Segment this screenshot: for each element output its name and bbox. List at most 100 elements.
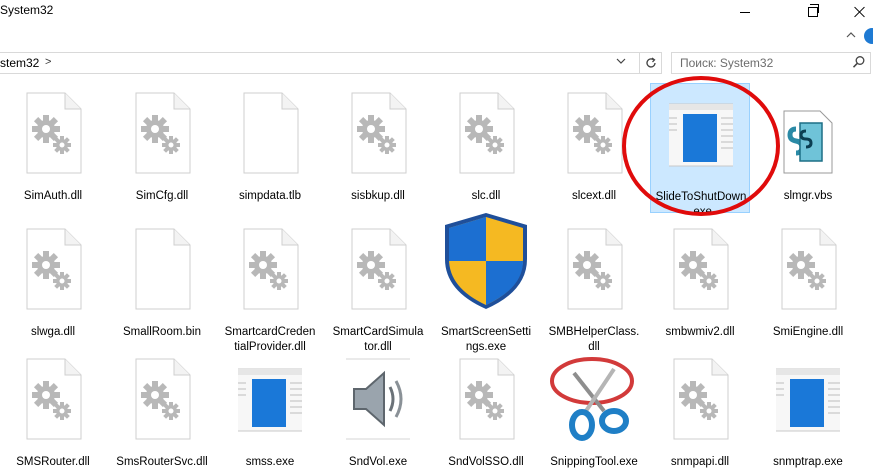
gear-dll-icon — [454, 357, 518, 441]
search-input[interactable]: Поиск: System32 — [680, 56, 773, 70]
file-name-line1: slcext.dll — [571, 190, 617, 202]
file-name: slwga.dll — [3, 325, 103, 340]
file-name: SMSRouter.dll — [3, 455, 103, 470]
file-name-line1: slwga.dll — [30, 326, 76, 338]
gear-dll-icon — [346, 91, 410, 175]
file-name-line1: smbwmiv2.dll — [665, 326, 735, 338]
gear-dll-icon — [346, 227, 410, 311]
gear-dll-icon — [776, 227, 840, 311]
title-bar: System32 — [0, 0, 873, 24]
file-name: slmgr.vbs — [758, 189, 858, 204]
breadcrumb-separator[interactable]: > — [45, 56, 51, 68]
file-name: SimAuth.dll — [3, 189, 103, 204]
file-item[interactable]: snmptrap.exe — [758, 349, 858, 476]
file-name: smbwmiv2.dll — [650, 325, 750, 340]
file-name: SmsRouterSvc.dll — [112, 455, 212, 470]
address-bar[interactable]: stem32 > — [0, 52, 640, 74]
gear-dll-icon — [130, 357, 194, 441]
search-icon[interactable] — [852, 55, 866, 69]
file-item[interactable]: SmallRoom.bin — [112, 219, 212, 349]
minimize-button[interactable] — [722, 0, 768, 24]
file-item[interactable]: SmartcardCreden tialProvider.dll — [220, 219, 320, 353]
gear-dll-icon — [21, 357, 85, 441]
file-item[interactable]: SMBHelperClass. dll — [544, 219, 644, 353]
file-name: SmiEngine.dll — [758, 325, 858, 340]
close-button[interactable] — [846, 0, 873, 24]
gear-dll-icon — [562, 227, 626, 311]
file-name-line1: simpdata.tlb — [238, 190, 301, 202]
file-name-line1: SMSRouter.dll — [16, 456, 90, 468]
refresh-icon — [645, 57, 656, 68]
gear-dll-icon — [562, 91, 626, 175]
file-name: SimCfg.dll — [112, 189, 212, 204]
file-item[interactable]: SndVolSSO.dll — [436, 349, 536, 476]
file-item[interactable]: SimAuth.dll — [3, 83, 103, 213]
file-item[interactable]: slwga.dll — [3, 219, 103, 349]
file-item[interactable]: SndVol.exe — [328, 349, 428, 476]
file-item[interactable]: SimCfg.dll — [112, 83, 212, 213]
file-name-line1: slc.dll — [471, 190, 501, 202]
app-window-icon — [767, 357, 849, 441]
uac-shield-icon — [441, 211, 531, 309]
file-name: snmptrap.exe — [758, 455, 858, 470]
search-box[interactable]: Поиск: System32 — [671, 52, 871, 74]
file-name: simpdata.tlb — [220, 189, 320, 204]
file-name: SndVolSSO.dll — [436, 455, 536, 470]
file-name-line1: SndVol.exe — [348, 456, 408, 468]
file-item[interactable]: sisbkup.dll — [328, 83, 428, 213]
file-item[interactable]: SmartScreenSetti ngs.exe — [436, 213, 536, 353]
file-name-line1: SndVolSSO.dll — [448, 456, 524, 468]
gear-dll-icon — [454, 91, 518, 175]
address-path[interactable]: stem32 — [0, 56, 39, 70]
file-name: snmpapi.dll — [650, 455, 750, 470]
file-name: SnippingTool.exe — [544, 455, 644, 470]
gear-dll-icon — [130, 91, 194, 175]
file-name-line1: SmartScreenSetti — [440, 326, 532, 338]
close-icon — [854, 6, 866, 18]
file-item[interactable]: smss.exe — [220, 349, 320, 476]
window-title: System32 — [0, 3, 54, 17]
file-name: smss.exe — [220, 455, 320, 470]
file-name-line1: SimAuth.dll — [23, 190, 83, 202]
gear-dll-icon — [21, 91, 85, 175]
file-name-line1: SimCfg.dll — [135, 190, 189, 202]
file-name: SndVol.exe — [328, 455, 428, 470]
file-item[interactable]: SmsRouterSvc.dll — [112, 349, 212, 476]
gear-dll-icon — [668, 227, 732, 311]
address-dropdown-icon[interactable] — [616, 56, 626, 69]
script-file-icon — [776, 91, 840, 175]
blank-file-icon — [238, 91, 302, 175]
gear-dll-icon — [668, 357, 732, 441]
file-name-line1: SmartCardSimula — [332, 326, 424, 338]
file-item[interactable]: slc.dll — [436, 83, 536, 213]
help-icon[interactable] — [864, 28, 873, 44]
file-name-line1: sisbkup.dll — [351, 190, 405, 202]
chevron-up-icon[interactable] — [846, 30, 856, 40]
file-name-line1: slmgr.vbs — [783, 190, 833, 202]
gear-dll-icon — [21, 227, 85, 311]
file-name-line1: snmptrap.exe — [773, 456, 843, 468]
file-item[interactable]: simpdata.tlb — [220, 83, 320, 213]
file-name-line1: snmpapi.dll — [670, 456, 730, 468]
file-name-line1: SmiEngine.dll — [772, 326, 844, 338]
file-name: sisbkup.dll — [328, 189, 428, 204]
file-name-line1: SmallRoom.bin — [123, 326, 201, 338]
ribbon-bar — [0, 24, 873, 48]
refresh-button[interactable] — [640, 52, 662, 74]
file-name-line1: SmsRouterSvc.dll — [116, 456, 208, 468]
app-window-icon — [229, 357, 311, 441]
highlight-circle — [622, 76, 780, 216]
file-item[interactable]: snmpapi.dll — [650, 349, 750, 476]
file-name-line1: SnippingTool.exe — [550, 456, 638, 468]
file-name-line1: smss.exe — [245, 456, 295, 468]
speaker-icon — [331, 357, 425, 441]
file-item[interactable]: SmartCardSimula tor.dll — [328, 219, 428, 353]
restore-icon — [808, 4, 819, 17]
file-item[interactable]: smbwmiv2.dll — [650, 219, 750, 349]
file-item[interactable]: SnippingTool.exe — [544, 349, 644, 476]
file-name-line1: SMBHelperClass. — [548, 326, 640, 338]
file-item[interactable]: SMSRouter.dll — [3, 349, 103, 476]
file-item[interactable]: SmiEngine.dll — [758, 219, 858, 349]
scissors-icon — [544, 353, 644, 441]
maximize-button[interactable] — [790, 0, 836, 24]
